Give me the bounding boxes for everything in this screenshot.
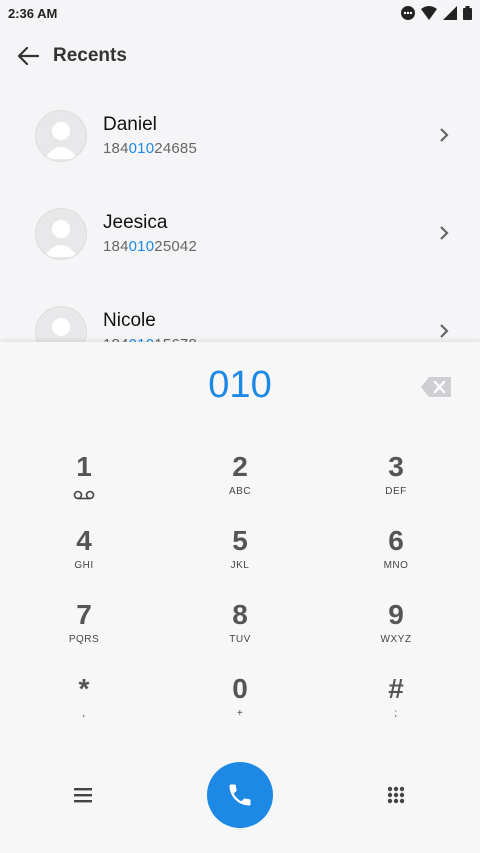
wifi-icon (421, 6, 437, 25)
key-letters: ; (394, 708, 398, 719)
key-letters: DEF (385, 486, 407, 497)
dialpad-key-6[interactable]: 6 MNO (336, 524, 456, 590)
backspace-icon[interactable] (420, 376, 452, 398)
key-digit: 6 (388, 525, 404, 556)
key-letters: GHI (74, 560, 94, 571)
key-digit: 3 (388, 451, 404, 482)
dialpad-key-5[interactable]: 5 JKL (180, 524, 300, 590)
list-item[interactable]: Jeesica 18401025042 (0, 184, 480, 282)
page-title: Recents (53, 45, 127, 66)
key-letters: JKL (230, 560, 250, 571)
key-letters: ABC (228, 486, 252, 497)
key-letters: , (82, 708, 86, 719)
key-letters: MNO (383, 560, 409, 571)
contact-name: Jeesica (103, 212, 168, 233)
status-bar: 2:36 AM (0, 0, 480, 28)
status-icons (401, 6, 472, 25)
key-digit: 5 (232, 525, 248, 556)
menu-button[interactable] (63, 775, 103, 815)
contact-name: Daniel (103, 114, 157, 135)
arrow-back-icon (17, 46, 39, 66)
notification-dots-icon (401, 6, 415, 25)
key-digit: * (78, 673, 90, 704)
key-letters: PQRS (68, 634, 100, 645)
contact-number: 18401025042 (103, 238, 197, 255)
key-digit: 7 (76, 599, 92, 630)
back-button[interactable] (10, 38, 46, 74)
avatar (35, 306, 87, 342)
dialpad-toggle-button[interactable] (376, 775, 416, 815)
key-digit: 1 (76, 451, 92, 482)
contact-name: Nicole (103, 310, 156, 331)
dialpad-key-2[interactable]: 2 ABC (180, 450, 300, 516)
dialpad-key-1[interactable]: 1 (24, 450, 144, 516)
dialpad-key-hash[interactable]: # ; (336, 672, 456, 738)
avatar (35, 208, 87, 260)
dialed-number[interactable]: 010 (0, 364, 480, 407)
chevron-right-icon[interactable] (435, 322, 453, 340)
contact-number: 18401024685 (103, 140, 197, 157)
chevron-right-icon[interactable] (435, 126, 453, 144)
dialpad-key-4[interactable]: 4 GHI (24, 524, 144, 590)
voicemail-icon (73, 490, 95, 500)
chevron-right-icon[interactable] (435, 224, 453, 242)
list-item[interactable]: Nicole 18401015678 (0, 282, 480, 342)
key-digit: 0 (232, 673, 248, 704)
dialpad-key-9[interactable]: 9 WXYZ (336, 598, 456, 664)
battery-icon (463, 6, 472, 25)
key-letters: TUV (229, 634, 251, 645)
dialpad-key-7[interactable]: 7 PQRS (24, 598, 144, 664)
dialpad-key-star[interactable]: * , (24, 672, 144, 738)
key-digit: 2 (232, 451, 248, 482)
status-time: 2:36 AM (8, 6, 58, 21)
key-letters: + (236, 708, 244, 719)
phone-icon (229, 784, 251, 806)
recents-list: Daniel 18401024685 Jeesica 18401025042 N… (0, 86, 480, 342)
menu-icon (74, 788, 92, 803)
list-item[interactable]: Daniel 18401024685 (0, 86, 480, 184)
key-digit: # (388, 673, 404, 704)
dialpad-key-0[interactable]: 0 + (180, 672, 300, 738)
key-digit: 9 (388, 599, 404, 630)
signal-icon (443, 6, 457, 25)
dialpad-grid-icon (387, 786, 405, 804)
app-bar: Recents (0, 28, 480, 84)
key-digit: 8 (232, 599, 248, 630)
dialpad: 010 1 2 ABC 3 DEF 4 GHI 5 JKL 6 MNO 7 PQ… (0, 342, 480, 853)
avatar (35, 110, 87, 162)
key-digit: 4 (76, 525, 92, 556)
call-button[interactable] (207, 762, 273, 828)
dialpad-key-3[interactable]: 3 DEF (336, 450, 456, 516)
dialpad-key-8[interactable]: 8 TUV (180, 598, 300, 664)
key-letters: WXYZ (380, 634, 412, 645)
